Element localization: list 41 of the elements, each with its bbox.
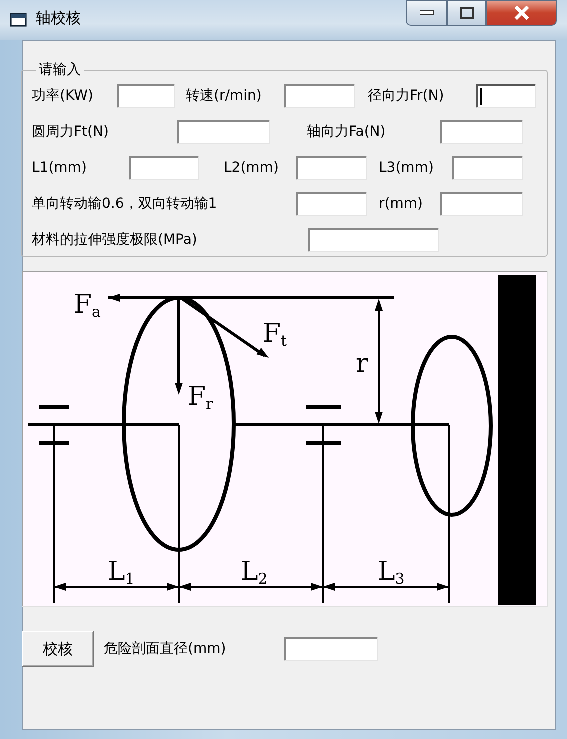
input-field[interactable]	[284, 84, 355, 108]
field-label: 功率(KW)	[32, 87, 94, 105]
input-field[interactable]	[296, 192, 367, 216]
field-label: 危险剖面直径(mm)	[104, 640, 228, 658]
group-title: 请输入	[38, 61, 82, 79]
field-label: L2(mm)	[224, 160, 280, 176]
field-label: 单向转动输0.6，双向转动输1	[32, 195, 218, 213]
input-field[interactable]	[129, 156, 199, 180]
diagram-label: L$_{2}$	[241, 557, 268, 588]
close-icon	[514, 6, 530, 20]
field-label: r(mm)	[379, 196, 424, 212]
field-label: 轴向力Fa(N)	[307, 123, 387, 141]
input-field[interactable]	[284, 637, 378, 661]
minimize-icon	[420, 10, 434, 16]
field-label: 圆周力Ft(N)	[32, 123, 110, 141]
window-icon	[10, 12, 28, 28]
diagram-label: L$_{1}$	[108, 557, 135, 588]
minimize-button[interactable]	[406, 0, 447, 26]
window-title: 轴校核	[36, 9, 81, 28]
input-field[interactable]	[452, 156, 523, 180]
input-field[interactable]	[476, 84, 536, 108]
input-field[interactable]	[440, 120, 523, 144]
input-field[interactable]	[296, 156, 367, 180]
input-field[interactable]	[440, 192, 523, 216]
input-field[interactable]	[308, 228, 439, 252]
input-field[interactable]	[117, 84, 175, 108]
close-button[interactable]	[486, 0, 557, 26]
diagram-label: F$_{r}$	[188, 382, 214, 413]
field-label: 径向力Fr(N)	[368, 87, 446, 105]
check-button[interactable]: 校核	[22, 631, 94, 667]
maximize-icon	[460, 7, 474, 19]
diagram-label: F$_{t}$	[263, 319, 288, 350]
input-field[interactable]	[177, 120, 270, 144]
diagram-label: F$_{a}$	[74, 290, 101, 321]
field-label: L1(mm)	[32, 160, 88, 176]
field-label: 材料的拉伸强度极限(MPa)	[32, 231, 198, 249]
maximize-button[interactable]	[447, 0, 486, 26]
diagram-label: L$_{3}$	[378, 557, 405, 588]
field-label: L3(mm)	[379, 160, 435, 176]
field-label: 转速(r/min)	[186, 87, 263, 105]
diagram-label: r	[356, 349, 368, 379]
